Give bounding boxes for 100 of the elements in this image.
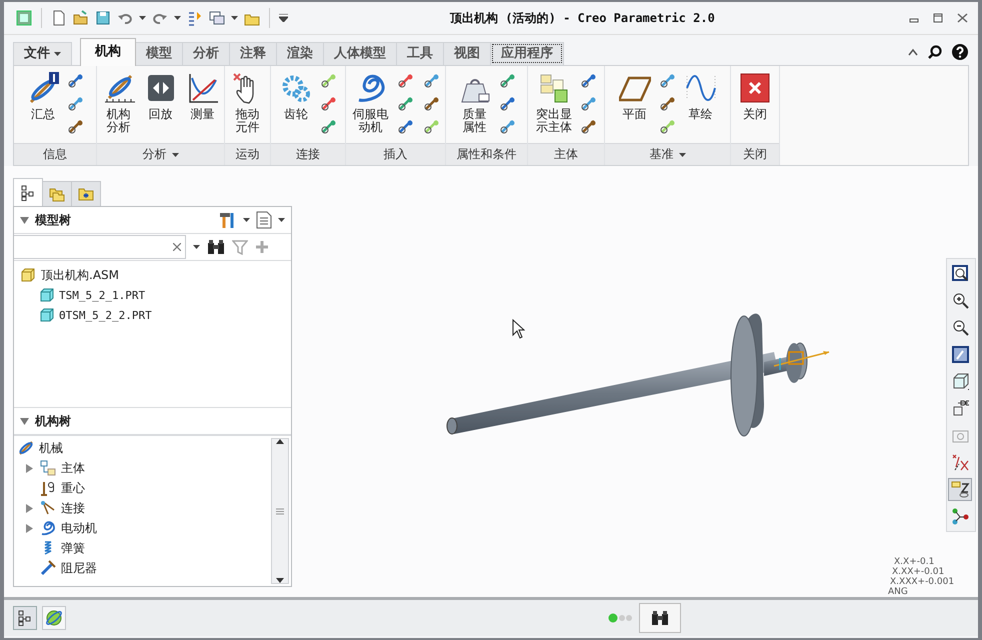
small-tool-icon[interactable] xyxy=(67,118,85,136)
ribbon-button[interactable]: 机构 分析 xyxy=(100,72,136,134)
ribbon-button[interactable]: 齿轮 xyxy=(278,72,314,121)
small-tool-icon[interactable] xyxy=(396,95,414,113)
caret-icon[interactable] xyxy=(172,152,178,156)
caret-icon[interactable] xyxy=(243,218,250,222)
tree-item[interactable]: 顶出机构.ASM xyxy=(41,266,119,284)
caret-icon[interactable] xyxy=(678,152,686,156)
pin-link-icon xyxy=(18,440,34,456)
small-tool-icon[interactable] xyxy=(658,118,676,136)
ribbon-tab[interactable]: 机构 xyxy=(80,38,136,66)
caret-icon[interactable] xyxy=(139,16,146,20)
caret-icon[interactable] xyxy=(54,52,61,56)
small-tool-icon[interactable] xyxy=(396,72,414,90)
small-tool-icon[interactable] xyxy=(658,95,676,113)
blocks-icon xyxy=(538,72,570,104)
ribbon-tab[interactable]: 应用程序 xyxy=(490,42,564,65)
find-button[interactable] xyxy=(639,603,681,633)
expand-arrow-icon[interactable] xyxy=(26,504,33,512)
windows-icon[interactable] xyxy=(209,10,225,26)
ribbon-tab[interactable]: 视图 xyxy=(443,42,491,65)
scrollbar[interactable] xyxy=(271,438,289,584)
save-icon[interactable] xyxy=(95,10,111,26)
ribbon-tab[interactable]: 注释 xyxy=(229,42,277,65)
graph-icon xyxy=(186,72,218,104)
caret-icon[interactable] xyxy=(278,218,285,222)
small-tool-icon[interactable] xyxy=(422,118,440,136)
ribbon-button[interactable]: 质量 属性 xyxy=(456,72,492,134)
new-file-icon[interactable] xyxy=(51,10,67,26)
small-tool-icon[interactable] xyxy=(422,72,440,90)
small-tool-icon[interactable] xyxy=(498,118,516,136)
maximize-icon[interactable] xyxy=(933,13,943,23)
small-tool-icon[interactable] xyxy=(67,72,85,90)
ribbon-button[interactable]: 关闭 xyxy=(737,72,773,121)
tolerance-note: X.X+-0.1 xyxy=(893,557,936,567)
search-field[interactable] xyxy=(14,235,186,259)
scroll-thumb-grip-icon[interactable] xyxy=(276,508,284,514)
tree-item[interactable]: ΘTSM_5_2_2.PRT xyxy=(59,308,152,322)
small-tool-icon[interactable] xyxy=(580,95,598,113)
toggle-tree-button[interactable] xyxy=(13,606,37,630)
ribbon-button[interactable]: 伺服电 动机 xyxy=(350,72,390,134)
expand-arrow-icon[interactable] xyxy=(26,524,33,532)
tree-item[interactable]: 主体 xyxy=(61,460,85,476)
file-menu[interactable]: 文件 xyxy=(13,42,72,65)
close-icon[interactable] xyxy=(957,13,968,23)
small-tool-icon[interactable] xyxy=(498,72,516,90)
ribbon-button[interactable]: 拖动 元件 xyxy=(230,72,266,134)
small-tool-icon[interactable] xyxy=(498,95,516,113)
center-of-mass-icon xyxy=(40,480,56,496)
scroll-down-icon[interactable] xyxy=(276,578,284,583)
tree-item[interactable]: 机械 xyxy=(39,440,63,456)
clear-icon[interactable] xyxy=(173,243,181,251)
tree-item[interactable]: 电动机 xyxy=(61,520,97,536)
ribbon-button[interactable]: 突出显 示主体 xyxy=(534,72,574,134)
ribbon-button[interactable]: 平面 xyxy=(616,72,652,121)
tree-item[interactable]: 弹簧 xyxy=(61,540,85,556)
small-tool-icon[interactable] xyxy=(320,95,338,113)
expand-arrow-icon[interactable] xyxy=(26,464,33,472)
small-tool-icon[interactable] xyxy=(320,118,338,136)
ribbon-button[interactable]: 回放 xyxy=(142,72,178,121)
ribbon-tab[interactable]: 模型 xyxy=(135,42,183,65)
open-folder-icon[interactable] xyxy=(73,10,89,26)
ribbon-tab[interactable]: 渲染 xyxy=(276,42,324,65)
ribbon-button[interactable]: 草绘 xyxy=(682,72,718,121)
search-icon[interactable] xyxy=(928,45,942,59)
tree-item[interactable]: 重心 xyxy=(61,480,85,496)
ribbon-tab[interactable]: 工具 xyxy=(396,42,444,65)
customize-icon[interactable] xyxy=(279,14,288,22)
tree-item[interactable]: TSM_5_2_1.PRT xyxy=(59,288,146,302)
help-icon[interactable] xyxy=(952,44,968,60)
tree-item[interactable]: 阻尼器 xyxy=(61,560,97,576)
small-tool-icon[interactable] xyxy=(67,95,85,113)
small-tool-icon[interactable] xyxy=(658,72,676,90)
small-tool-icon[interactable] xyxy=(320,72,338,90)
binoculars-icon[interactable] xyxy=(207,239,225,255)
joint-icon xyxy=(40,500,56,516)
small-tool-icon[interactable] xyxy=(422,95,440,113)
small-tool-icon[interactable] xyxy=(580,118,598,136)
browser-button[interactable] xyxy=(42,606,66,630)
ribbon-tab[interactable]: 人体模型 xyxy=(323,42,397,65)
scroll-up-icon[interactable] xyxy=(276,439,284,444)
small-tool-icon[interactable] xyxy=(396,118,414,136)
view-tool-button[interactable] xyxy=(948,478,972,501)
panel-tab[interactable] xyxy=(13,178,43,206)
ribbon-button[interactable]: 测量 xyxy=(184,72,220,121)
small-tool-icon[interactable] xyxy=(580,72,598,90)
tree-item[interactable]: 连接 xyxy=(61,500,85,516)
list-settings-icon[interactable] xyxy=(256,211,272,229)
collapse-ribbon-icon[interactable] xyxy=(908,48,918,56)
favorite-folder-icon xyxy=(78,186,94,202)
ribbon-button[interactable]: 汇总 xyxy=(25,72,61,121)
caret-icon[interactable] xyxy=(174,16,181,20)
datum-display-icon xyxy=(950,453,970,472)
collapse-triangle-icon[interactable] xyxy=(20,418,29,424)
collapse-triangle-icon[interactable] xyxy=(20,216,29,224)
group-label[interactable]: 基准 xyxy=(605,143,730,165)
caret-icon[interactable] xyxy=(193,245,200,249)
ribbon-tab[interactable]: 分析 xyxy=(182,42,230,65)
caret-icon[interactable] xyxy=(231,16,238,20)
group-label[interactable]: 分析 xyxy=(97,143,224,165)
